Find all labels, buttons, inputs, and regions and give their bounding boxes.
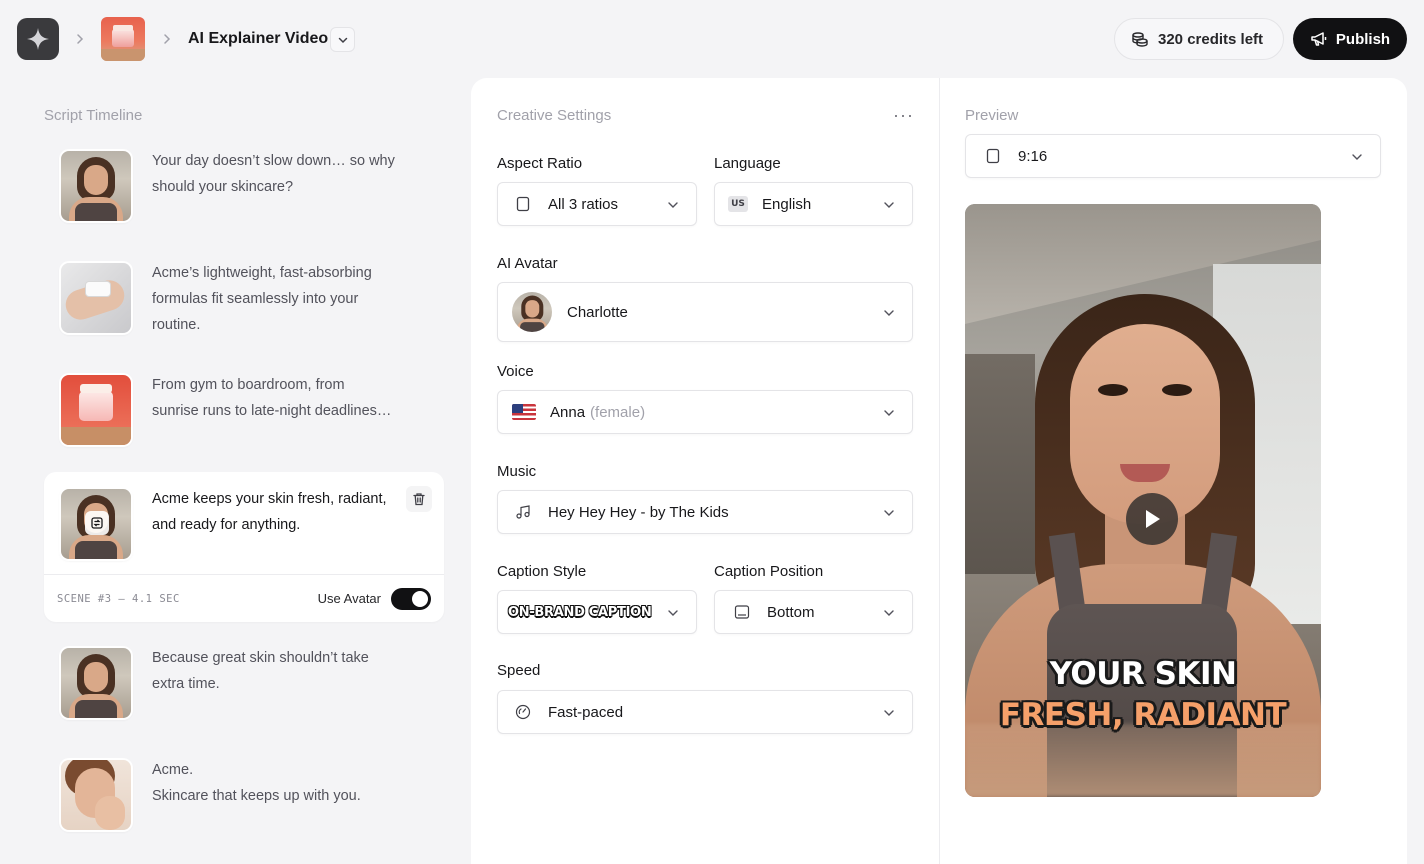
- preview-caption-line2: FRESH, RADIANT: [999, 697, 1287, 733]
- scene-thumbnail: [61, 263, 131, 333]
- use-avatar-control: Use Avatar: [317, 587, 431, 610]
- avatar-thumbnail: [512, 292, 552, 332]
- music-select[interactable]: Hey Hey Hey - by The Kids: [497, 490, 913, 534]
- credits-button[interactable]: 320 credits left: [1114, 18, 1284, 60]
- avatar-select[interactable]: Charlotte: [497, 282, 913, 342]
- music-value: Hey Hey Hey - by The Kids: [548, 503, 729, 521]
- aspect-ratio-label: Aspect Ratio: [497, 155, 583, 172]
- chevron-down-icon: [668, 202, 678, 208]
- panel-divider: [939, 78, 940, 864]
- caption-style-value: ON-BRAND CAPTION: [508, 604, 652, 620]
- scene-thumbnail: [61, 760, 131, 830]
- delete-scene-button[interactable]: [406, 486, 432, 512]
- language-badge: US: [728, 196, 748, 212]
- credits-label: 320 credits left: [1158, 30, 1264, 48]
- timeline-title: Script Timeline: [44, 107, 143, 124]
- caption-position-select[interactable]: Bottom: [714, 590, 913, 634]
- scene-text-line: Skincare that keeps up with you.: [152, 788, 361, 804]
- avatar-label: AI Avatar: [497, 255, 558, 272]
- play-button[interactable]: [1126, 493, 1178, 545]
- publish-label: Publish: [1335, 30, 1391, 48]
- scene-text: Acme’s lightweight, fast-absorbing formu…: [152, 265, 372, 333]
- music-label: Music: [497, 463, 537, 480]
- scene-text-line: Acme.: [152, 762, 194, 778]
- scene-text: From gym to boardroom, from sunrise runs…: [152, 377, 392, 419]
- music-note-icon: [514, 503, 532, 521]
- scene-text: Because great skin shouldn’t take extra …: [152, 650, 369, 692]
- scene-item[interactable]: Because great skin shouldn’t take extra …: [44, 647, 444, 719]
- avatar-value: Charlotte: [567, 303, 628, 321]
- scene-thumbnail: [61, 489, 131, 559]
- use-avatar-toggle[interactable]: [391, 587, 431, 610]
- chevron-down-icon: [338, 37, 347, 43]
- phone-frame-icon: [984, 147, 1002, 165]
- swap-icon: [91, 517, 103, 529]
- more-options-button[interactable]: ···: [893, 105, 914, 126]
- chevron-down-icon: [884, 202, 894, 208]
- scene-text: Acme. Skincare that keeps up with you.: [152, 757, 412, 809]
- chevron-down-icon: [884, 310, 894, 316]
- caption-style-label: Caption Style: [497, 563, 587, 580]
- project-title: AI Explainer Video: [188, 30, 329, 47]
- chevron-down-icon: [1352, 154, 1362, 160]
- chevron-down-icon: [884, 710, 894, 716]
- voice-value: Anna: [550, 403, 586, 421]
- trash-icon: [413, 493, 425, 506]
- settings-panel: Creative Settings ··· Aspect Ratio All 3…: [471, 78, 1407, 864]
- project-thumbnail[interactable]: [101, 17, 145, 61]
- scene-thumbnail: [61, 375, 131, 445]
- scene-thumbnail: [61, 151, 131, 221]
- aspect-ratio-value: All 3 ratios: [548, 195, 619, 213]
- scene-item[interactable]: Your day doesn’t slow down… so why shoul…: [44, 150, 444, 222]
- frame-icon: [514, 195, 532, 213]
- speed-label: Speed: [497, 662, 541, 679]
- caption-style-select[interactable]: ON-BRAND CAPTION: [497, 590, 697, 634]
- use-avatar-label: Use Avatar: [317, 591, 381, 606]
- voice-detail: (female): [590, 403, 646, 421]
- voice-select[interactable]: Anna (female): [497, 390, 913, 434]
- language-value: English: [762, 195, 812, 213]
- play-icon: [1146, 510, 1160, 528]
- publish-button[interactable]: Publish: [1293, 18, 1407, 60]
- language-select[interactable]: US English: [714, 182, 913, 226]
- preview-title: Preview: [965, 107, 1019, 124]
- chevron-down-icon: [668, 610, 678, 616]
- chevron-down-icon: [884, 510, 894, 516]
- aspect-ratio-select[interactable]: All 3 ratios: [497, 182, 697, 226]
- scene-text: Your day doesn’t slow down… so why shoul…: [152, 153, 395, 195]
- us-flag-icon: [512, 404, 536, 420]
- caption-bottom-icon: [733, 603, 751, 621]
- speed-value: Fast-paced: [548, 703, 624, 721]
- language-label: Language: [714, 155, 781, 172]
- chevron-right-icon: [164, 34, 171, 44]
- sparkle-icon: [27, 28, 49, 50]
- scene-item[interactable]: From gym to boardroom, from sunrise runs…: [44, 374, 444, 446]
- preview-ratio-value: 9:16: [1018, 147, 1048, 165]
- top-bar: AI Explainer Video 320 credits left Publ…: [0, 0, 1424, 78]
- speedometer-icon: [514, 703, 532, 721]
- project-menu-button[interactable]: [330, 27, 355, 52]
- scene-thumbnail: [61, 648, 131, 718]
- voice-label: Voice: [497, 363, 534, 380]
- caption-position-value: Bottom: [767, 603, 815, 621]
- caption-position-label: Caption Position: [714, 563, 824, 580]
- settings-title: Creative Settings: [497, 107, 612, 124]
- chevron-down-icon: [884, 410, 894, 416]
- scene-text: Acme keeps your skin fresh, radiant, and…: [152, 491, 387, 533]
- scene-item[interactable]: Acme. Skincare that keeps up with you.: [44, 759, 444, 831]
- swap-avatar-button[interactable]: [85, 511, 109, 535]
- preview-video[interactable]: YOUR SKIN FRESH, RADIANT: [965, 204, 1321, 797]
- scene-footer: SCENE #3 – 4.1 SEC Use Avatar: [44, 574, 444, 622]
- scene-meta: SCENE #3 – 4.1 SEC: [57, 592, 180, 605]
- chevron-down-icon: [884, 610, 894, 616]
- scene-item-active[interactable]: Acme keeps your skin fresh, radiant, and…: [44, 472, 444, 622]
- preview-caption-line1: YOUR SKIN: [1049, 656, 1237, 692]
- scene-item[interactable]: Acme’s lightweight, fast-absorbing formu…: [44, 262, 444, 334]
- megaphone-icon: [1311, 32, 1327, 46]
- coins-icon: [1132, 32, 1148, 47]
- app-logo[interactable]: [17, 18, 59, 60]
- speed-select[interactable]: Fast-paced: [497, 690, 913, 734]
- preview-ratio-select[interactable]: 9:16: [965, 134, 1381, 178]
- chevron-right-icon: [77, 34, 84, 44]
